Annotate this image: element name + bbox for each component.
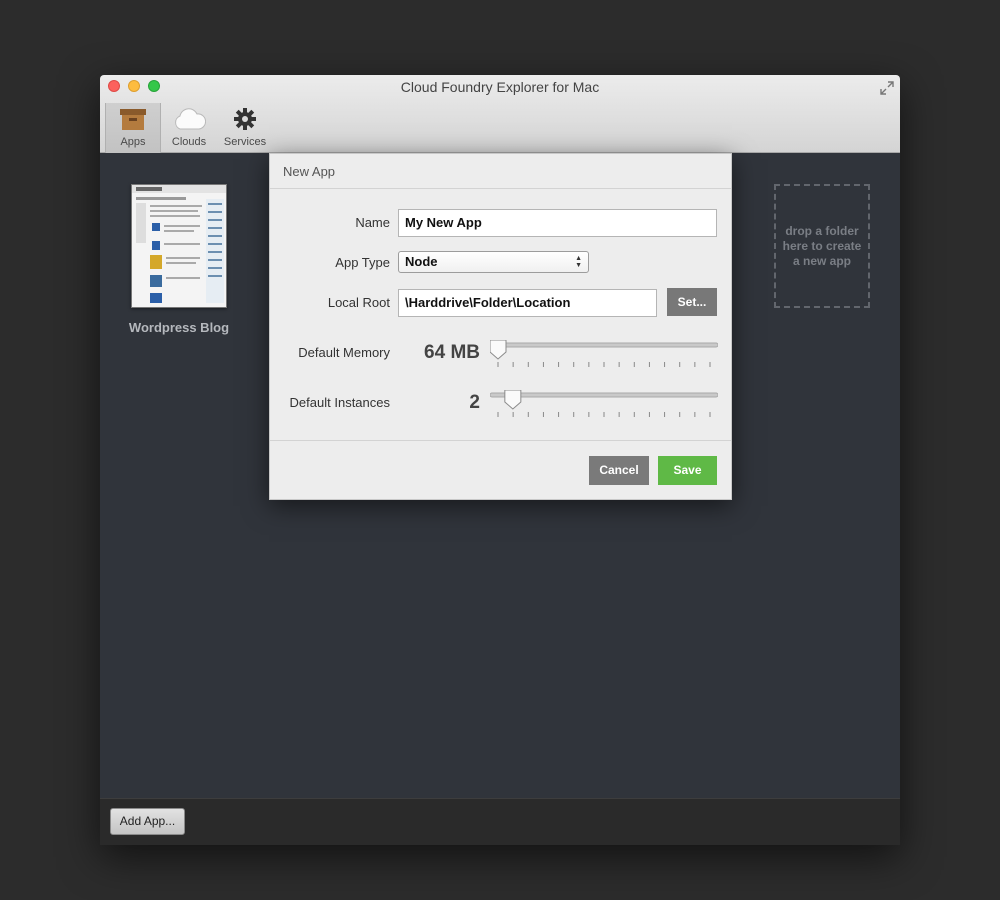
drop-folder-zone[interactable]: drop a folder here to create a new app — [774, 184, 870, 308]
dropzone-line: here to create — [782, 239, 862, 253]
memory-slider[interactable] — [490, 340, 718, 370]
divider — [270, 188, 731, 189]
dropzone-line: drop a folder — [785, 224, 859, 238]
webpage-preview-icon — [132, 185, 226, 303]
instances-slider[interactable] — [490, 390, 718, 420]
slider-thumb[interactable] — [490, 340, 507, 360]
slider-track — [490, 342, 718, 348]
title-bar: Cloud Foundry Explorer for Mac Apps Clou… — [100, 75, 900, 153]
gear-icon — [234, 108, 256, 130]
toolbar-clouds[interactable]: Clouds — [161, 103, 217, 153]
memory-value: 64 MB — [424, 342, 480, 363]
new-app-dialog: New App Name My New App App Type Node ▲ ▼… — [269, 153, 732, 500]
bottom-bar: Add App... — [100, 798, 900, 845]
fullscreen-icon[interactable] — [880, 81, 894, 95]
app-type-select[interactable]: Node ▲ ▼ — [398, 251, 589, 273]
local-root-input[interactable]: \Harddrive\Folder\Location — [398, 289, 657, 317]
slider-track — [490, 392, 718, 398]
app-type-value: Node — [405, 254, 438, 269]
box-icon — [120, 109, 146, 130]
name-input[interactable]: My New App — [398, 209, 717, 237]
dialog-title: New App — [283, 164, 336, 179]
toolbar-apps[interactable]: Apps — [105, 103, 161, 153]
dropzone-line: a new app — [792, 254, 851, 268]
set-root-button[interactable]: Set... — [667, 288, 717, 316]
toolbar-clouds-label: Clouds — [171, 136, 207, 148]
local-root-label: Local Root — [327, 295, 390, 310]
name-label: Name — [355, 215, 390, 230]
save-button[interactable]: Save — [658, 456, 717, 485]
instances-value: 2 — [469, 392, 480, 413]
app-type-label: App Type — [335, 255, 390, 270]
select-arrows-icon: ▲ ▼ — [575, 255, 582, 269]
app-thumbnail[interactable] — [131, 184, 227, 308]
default-instances-label: Default Instances — [289, 395, 390, 410]
add-app-button[interactable]: Add App... — [110, 808, 185, 835]
cancel-button[interactable]: Cancel — [589, 456, 649, 485]
toolbar-apps-label: Apps — [120, 136, 146, 148]
toolbar-services[interactable]: Services — [217, 103, 273, 153]
divider — [270, 440, 731, 441]
app-name-label[interactable]: Wordpress Blog — [118, 320, 240, 335]
toolbar-services-label: Services — [223, 136, 267, 148]
window-title: Cloud Foundry Explorer for Mac — [400, 79, 600, 95]
cloud-icon — [175, 108, 206, 130]
slider-thumb[interactable] — [504, 390, 522, 410]
default-memory-label: Default Memory — [298, 345, 390, 360]
